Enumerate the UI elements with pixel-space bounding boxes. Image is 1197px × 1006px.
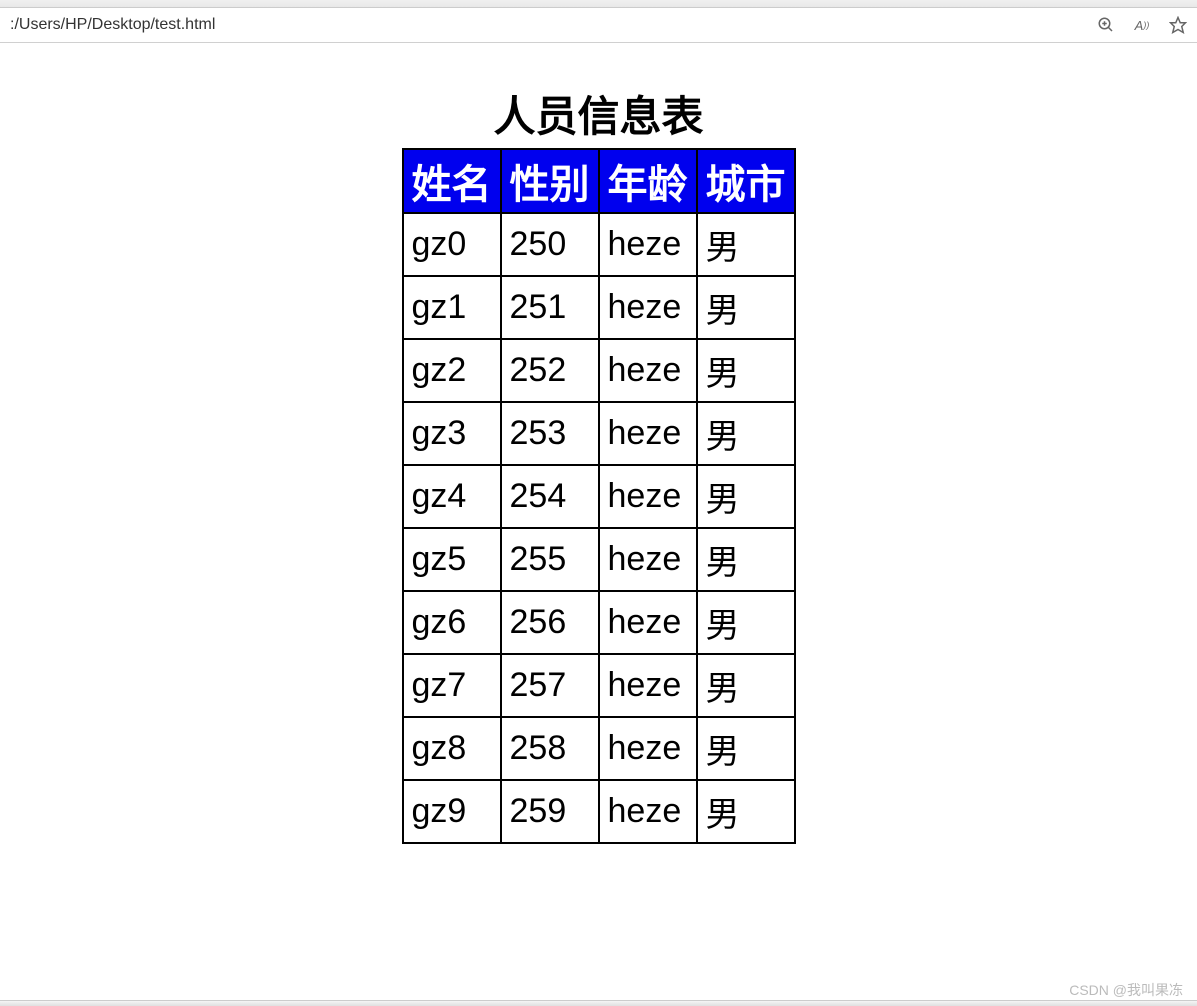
cell-age: heze xyxy=(599,717,697,780)
table-row: gz4 254 heze 男 xyxy=(403,465,795,528)
table-row: gz9 259 heze 男 xyxy=(403,780,795,843)
cell-name: gz0 xyxy=(403,213,501,276)
cell-name: gz8 xyxy=(403,717,501,780)
table-row: gz5 255 heze 男 xyxy=(403,528,795,591)
table-row: gz3 253 heze 男 xyxy=(403,402,795,465)
table-row: gz7 257 heze 男 xyxy=(403,654,795,717)
person-info-table: 姓名 性别 年龄 城市 gz0 250 heze 男 gz1 251 heze … xyxy=(402,148,796,844)
favorite-star-icon[interactable] xyxy=(1169,16,1187,34)
cell-gender: 259 xyxy=(501,780,599,843)
cell-name: gz6 xyxy=(403,591,501,654)
cell-age: heze xyxy=(599,339,697,402)
cell-city: 男 xyxy=(697,213,795,276)
table-header-row: 姓名 性别 年龄 城市 xyxy=(403,149,795,213)
cell-age: heze xyxy=(599,780,697,843)
th-name: 姓名 xyxy=(403,149,501,213)
table-body: gz0 250 heze 男 gz1 251 heze 男 gz2 252 he… xyxy=(403,213,795,843)
cell-age: heze xyxy=(599,465,697,528)
cell-age: heze xyxy=(599,528,697,591)
read-aloud-icon[interactable]: A)) xyxy=(1133,16,1151,34)
table-row: gz1 251 heze 男 xyxy=(403,276,795,339)
watermark-text: CSDN @我叫果冻 xyxy=(1069,980,1183,1000)
browser-chrome-bottom xyxy=(0,1000,1197,1006)
cell-name: gz2 xyxy=(403,339,501,402)
cell-gender: 256 xyxy=(501,591,599,654)
cell-name: gz9 xyxy=(403,780,501,843)
cell-city: 男 xyxy=(697,591,795,654)
th-age: 年龄 xyxy=(599,149,697,213)
cell-city: 男 xyxy=(697,717,795,780)
cell-name: gz3 xyxy=(403,402,501,465)
table-row: gz0 250 heze 男 xyxy=(403,213,795,276)
cell-gender: 253 xyxy=(501,402,599,465)
browser-toolbar-icons: A)) xyxy=(1097,16,1187,34)
cell-age: heze xyxy=(599,213,697,276)
url-text[interactable]: :/Users/HP/Desktop/test.html xyxy=(10,16,1097,34)
cell-gender: 252 xyxy=(501,339,599,402)
cell-city: 男 xyxy=(697,654,795,717)
table-row: gz2 252 heze 男 xyxy=(403,339,795,402)
address-bar: :/Users/HP/Desktop/test.html A)) xyxy=(0,8,1197,43)
cell-name: gz4 xyxy=(403,465,501,528)
cell-name: gz1 xyxy=(403,276,501,339)
cell-age: heze xyxy=(599,591,697,654)
cell-gender: 250 xyxy=(501,213,599,276)
cell-city: 男 xyxy=(697,276,795,339)
cell-gender: 257 xyxy=(501,654,599,717)
table-row: gz6 256 heze 男 xyxy=(403,591,795,654)
cell-gender: 251 xyxy=(501,276,599,339)
cell-gender: 258 xyxy=(501,717,599,780)
cell-gender: 254 xyxy=(501,465,599,528)
cell-city: 男 xyxy=(697,402,795,465)
cell-city: 男 xyxy=(697,528,795,591)
cell-name: gz5 xyxy=(403,528,501,591)
th-city: 城市 xyxy=(697,149,795,213)
cell-age: heze xyxy=(599,402,697,465)
cell-gender: 255 xyxy=(501,528,599,591)
zoom-icon[interactable] xyxy=(1097,16,1115,34)
cell-age: heze xyxy=(599,276,697,339)
th-gender: 性别 xyxy=(501,149,599,213)
cell-age: heze xyxy=(599,654,697,717)
page-content: 人员信息表 姓名 性别 年龄 城市 gz0 250 heze 男 gz1 251… xyxy=(0,43,1197,844)
cell-city: 男 xyxy=(697,780,795,843)
cell-name: gz7 xyxy=(403,654,501,717)
cell-city: 男 xyxy=(697,465,795,528)
table-row: gz8 258 heze 男 xyxy=(403,717,795,780)
cell-city: 男 xyxy=(697,339,795,402)
page-title: 人员信息表 xyxy=(493,83,703,144)
browser-chrome-top xyxy=(0,0,1197,8)
